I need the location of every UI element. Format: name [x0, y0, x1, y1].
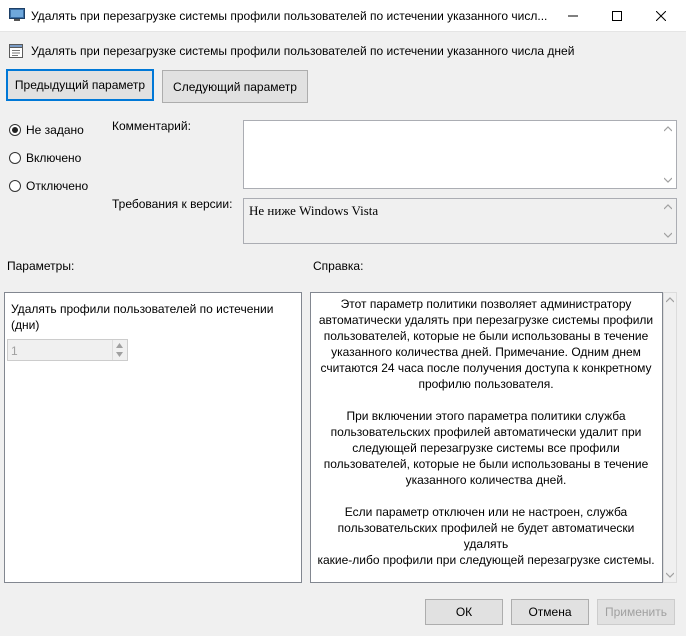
version-scrollbar[interactable]	[660, 199, 676, 243]
maximize-button[interactable]	[594, 0, 640, 31]
policy-setting-icon	[9, 44, 23, 58]
radio-enabled[interactable]: Включено	[9, 149, 81, 167]
scroll-down-icon[interactable]	[664, 232, 672, 238]
version-label: Требования к версии:	[112, 197, 233, 211]
radio-indicator	[9, 124, 21, 136]
days-spinner[interactable]: 1	[7, 339, 128, 361]
scroll-up-icon[interactable]	[664, 126, 672, 132]
policy-name: Удалять при перезагрузке системы профили…	[31, 44, 575, 58]
scroll-down-icon[interactable]	[666, 572, 674, 578]
minimize-button[interactable]	[550, 0, 596, 31]
radio-label: Включено	[26, 151, 82, 165]
radio-indicator	[9, 180, 21, 192]
days-spinner-value: 1	[11, 344, 18, 358]
comment-label: Комментарий:	[112, 119, 191, 133]
radio-indicator	[9, 152, 21, 164]
help-section-label: Справка:	[313, 259, 364, 273]
help-scrollbar[interactable]	[663, 292, 677, 583]
title-bar[interactable]: Удалять при перезагрузке системы профили…	[0, 0, 686, 32]
days-field-label: Удалять профили пользователей по истечен…	[11, 302, 274, 332]
scroll-down-icon[interactable]	[664, 177, 672, 183]
options-section-label: Параметры:	[7, 259, 75, 273]
spin-up-icon[interactable]	[116, 343, 123, 348]
scroll-up-icon[interactable]	[664, 204, 672, 210]
help-text: Этот параметр политики позволяет админис…	[317, 297, 655, 567]
version-field: Не ниже Windows Vista	[243, 198, 677, 244]
close-button[interactable]	[638, 0, 684, 31]
spin-down-icon[interactable]	[116, 352, 123, 357]
group-policy-app-icon	[9, 8, 25, 21]
minimize-icon	[568, 15, 578, 16]
previous-setting-button[interactable]: Предыдущий параметр	[6, 69, 154, 101]
scroll-up-icon[interactable]	[666, 297, 674, 303]
help-panel: Этот параметр политики позволяет админис…	[310, 292, 663, 583]
close-icon	[656, 10, 666, 21]
ok-button[interactable]: ОК	[425, 599, 503, 625]
maximize-icon	[612, 10, 622, 21]
window-title: Удалять при перезагрузке системы профили…	[31, 9, 548, 23]
next-setting-button[interactable]: Следующий параметр	[162, 70, 308, 103]
radio-disabled[interactable]: Отключено	[9, 177, 88, 195]
cancel-button[interactable]: Отмена	[511, 599, 589, 625]
radio-not-configured[interactable]: Не задано	[9, 121, 84, 139]
radio-label: Отключено	[26, 179, 89, 193]
comment-scrollbar[interactable]	[660, 121, 676, 188]
options-panel: Удалять профили пользователей по истечен…	[4, 292, 302, 583]
spinner-buttons[interactable]	[112, 340, 127, 360]
apply-button[interactable]: Применить	[597, 599, 675, 625]
version-value: Не ниже Windows Vista	[249, 203, 379, 218]
comment-textarea[interactable]	[243, 120, 677, 189]
radio-label: Не задано	[26, 123, 84, 137]
